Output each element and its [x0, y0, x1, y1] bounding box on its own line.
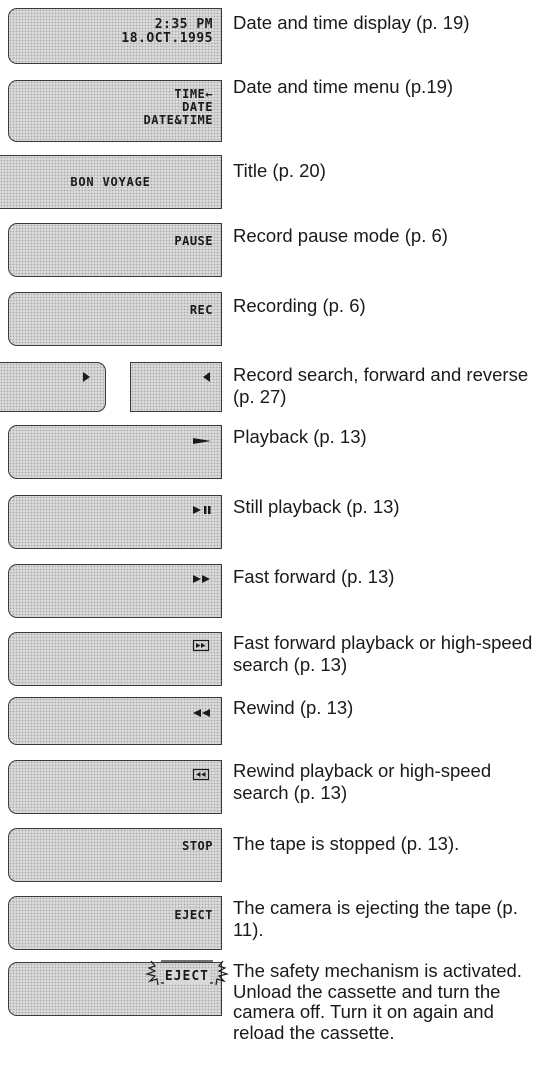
- lcd-stop: STOP: [8, 828, 222, 882]
- time-text: 2:35 PM: [154, 17, 213, 32]
- lcd-ff-playback: [8, 632, 222, 686]
- lcd-indicator-text: BON VOYAGE: [70, 175, 151, 189]
- description-record-search: Record search, forward and reverse (p. 2…: [233, 364, 529, 407]
- boxed-fast-forward-icon: [192, 639, 210, 652]
- description-ff-playback: Fast forward playback or high-speed sear…: [233, 632, 533, 675]
- description-stop: The tape is stopped (p. 13).: [233, 833, 460, 854]
- lcd-indicator-text: PAUSE: [174, 234, 213, 248]
- lcd-indicator-text: TIME← DATE DATE&TIME: [143, 88, 213, 127]
- lcd-recording: REC: [8, 292, 222, 346]
- play-right-icon: [83, 372, 90, 382]
- lcd-indicator-text: EJECT: [174, 908, 213, 922]
- play-left-icon: [203, 372, 210, 382]
- date-text: 18.OCT.1995: [121, 31, 213, 47]
- lcd-rew-playback: [8, 760, 222, 814]
- lcd-record-search-reverse: [130, 362, 222, 412]
- description-eject-warning: The safety mechanism is activated. Unloa…: [233, 960, 522, 1043]
- description-playback: Playback (p. 13): [233, 426, 367, 447]
- lcd-fast-forward: [8, 564, 222, 618]
- description-datetime-menu: Date and time menu (p.19): [233, 76, 454, 97]
- lcd-eject: EJECT: [8, 896, 222, 950]
- play-pause-icon: [193, 506, 211, 514]
- description-still-playback: Still playback (p. 13): [233, 496, 400, 517]
- description-fast-forward: Fast forward (p. 13): [233, 566, 395, 587]
- play-icon: [193, 438, 211, 444]
- description-rewind: Rewind (p. 13): [233, 697, 354, 718]
- description-title: Title (p. 20): [233, 160, 326, 181]
- lcd-still-playback: [8, 495, 222, 549]
- description-rew-playback: Rewind playback or high-speed search (p.…: [233, 760, 492, 803]
- lcd-indicator-text: 2:35 PM 18.OCT.1995: [121, 17, 213, 47]
- lcd-record-pause: PAUSE: [8, 223, 222, 277]
- description-record-pause: Record pause mode (p. 6): [233, 225, 448, 246]
- lcd-rewind: [8, 697, 222, 745]
- lcd-indicator-text: STOP: [182, 839, 213, 853]
- lcd-record-search-forward: [0, 362, 106, 412]
- rewind-icon: [193, 709, 210, 717]
- lcd-title: BON VOYAGE: [0, 155, 222, 209]
- lcd-datetime-display: 2:35 PM 18.OCT.1995: [8, 8, 222, 64]
- description-datetime-display: Date and time display (p. 19): [233, 12, 470, 33]
- lcd-indicator-text: EJECT: [163, 969, 210, 985]
- fast-forward-icon: [193, 575, 210, 583]
- boxed-rewind-icon: [192, 768, 210, 781]
- menu-datetime-text: DATE&TIME: [143, 113, 213, 127]
- lcd-playback: [8, 425, 222, 479]
- description-eject: The camera is ejecting the tape (p. 11).: [233, 897, 518, 940]
- lcd-datetime-menu: TIME← DATE DATE&TIME: [8, 80, 222, 142]
- lcd-eject-warning: EJECT: [8, 960, 230, 1016]
- description-recording: Recording (p. 6): [233, 295, 366, 316]
- lcd-indicator-text: REC: [189, 303, 213, 317]
